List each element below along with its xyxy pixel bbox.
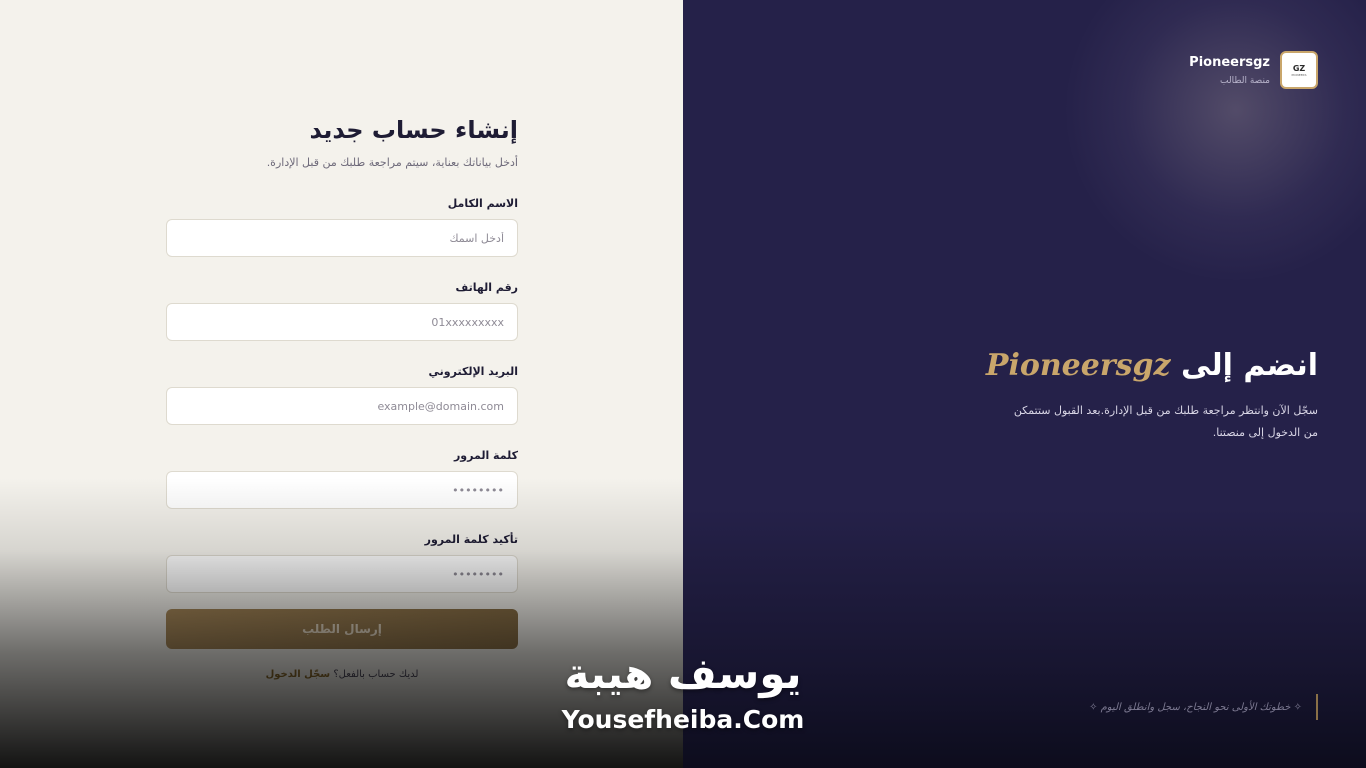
brand-block[interactable]: GZ PIONEERS Pioneersgz منصة الطالب <box>1189 51 1318 89</box>
confirm-password-field-group: تأكيد كلمة المرور <box>166 533 518 593</box>
hero-title-accent: Pioneersgz <box>985 348 1171 383</box>
signup-form: إنشاء حساب جديد أدخل بياناتك بعناية، سيت… <box>166 112 518 680</box>
form-subtitle: أدخل بياناتك بعناية، سيتم مراجعة طلبك من… <box>266 156 518 169</box>
full-name-field-group: الاسم الكامل <box>166 197 518 257</box>
phone-field-group: رقم الهاتف <box>166 281 518 341</box>
email-label: البريد الإلكتروني <box>428 365 518 378</box>
brand-logo: GZ PIONEERS <box>1280 51 1318 89</box>
password-field-group: كلمة المرور <box>166 449 518 509</box>
hero-title-prefix: انضم إلى <box>1181 348 1318 383</box>
hero-title: انضم إلى Pioneersgz <box>986 344 1318 388</box>
email-input[interactable] <box>166 387 518 425</box>
hero-description: سجّل الآن وانتظر مراجعة طلبك من قبل الإد… <box>1013 404 1318 439</box>
brand-tagline: منصة الطالب <box>1220 75 1270 86</box>
form-panel: إنشاء حساب جديد أدخل بياناتك بعناية، سيت… <box>0 0 683 768</box>
welcome-panel: GZ PIONEERS Pioneersgz منصة الطالب انضم … <box>683 0 1366 768</box>
decorative-glow <box>1066 0 1366 280</box>
tagline-quote: ✧ خطوتك الأولى نحو النجاح، سجل وانطلق ال… <box>1089 694 1318 720</box>
email-field-group: البريد الإلكتروني <box>166 365 518 425</box>
confirm-password-input[interactable] <box>166 555 518 593</box>
logo-subtext: PIONEERS <box>1291 72 1307 77</box>
brand-text: Pioneersgz منصة الطالب <box>1189 55 1270 86</box>
have-account-text: لديك حساب بالفعل؟ <box>333 669 419 680</box>
full-name-label: الاسم الكامل <box>447 197 518 210</box>
bottom-dark-overlay <box>683 508 1366 768</box>
password-label: كلمة المرور <box>453 449 518 462</box>
confirm-password-label: تأكيد كلمة المرور <box>424 533 518 546</box>
logo-initials: GZ <box>1292 63 1306 73</box>
form-title: إنشاء حساب جديد <box>309 116 518 144</box>
hero-section: انضم إلى Pioneersgz سجّل الآن وانتظر مرا… <box>986 344 1318 444</box>
submit-request-button[interactable]: إرسال الطلب <box>166 609 518 649</box>
brand-name: Pioneersgz <box>1189 54 1270 70</box>
full-name-input[interactable] <box>166 219 518 257</box>
login-link[interactable]: سجّل الدخول <box>266 669 331 680</box>
password-input[interactable] <box>166 471 518 509</box>
phone-input[interactable] <box>166 303 518 341</box>
login-prompt: لديك حساب بالفعل؟ سجّل الدخول <box>166 669 518 680</box>
phone-label: رقم الهاتف <box>455 281 518 294</box>
